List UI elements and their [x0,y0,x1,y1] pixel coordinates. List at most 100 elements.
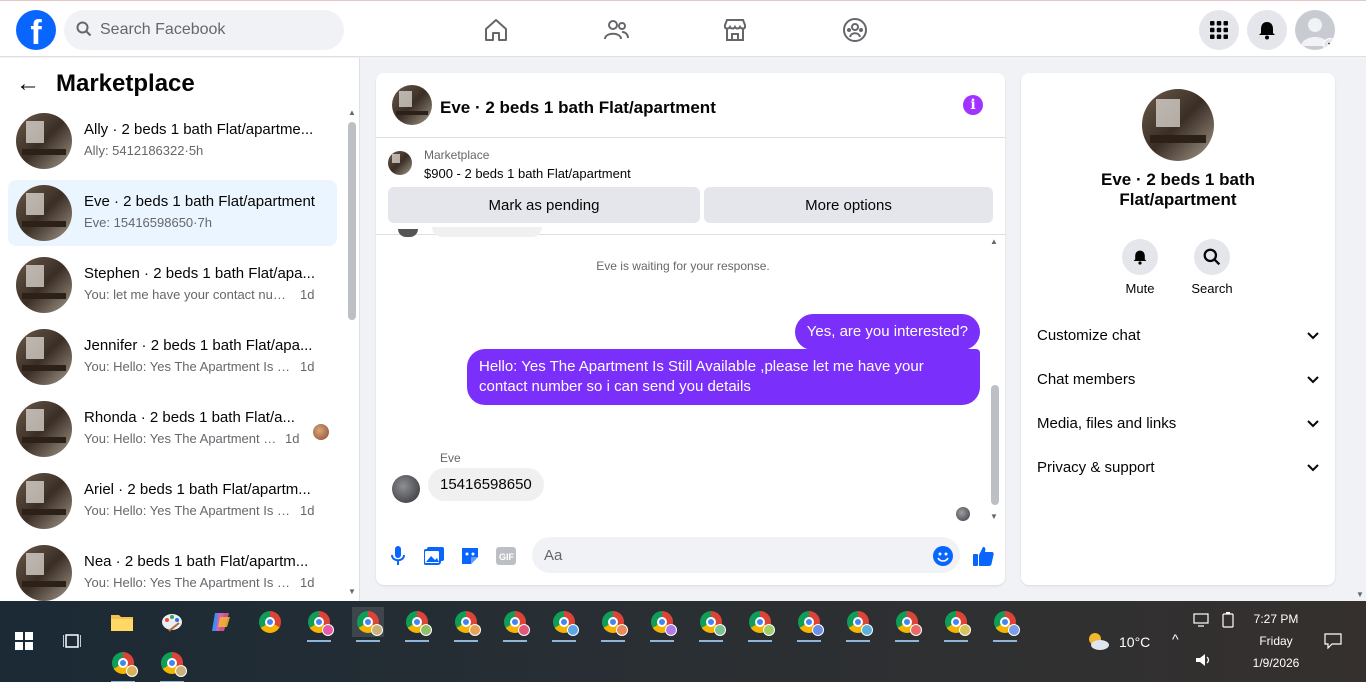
copilot-icon[interactable] [205,607,237,637]
conversation-snippet: You: Hello: Yes The Apartment Is ... [84,431,279,446]
chrome-profile-icon[interactable] [107,648,139,682]
conversation-snippet: You: Hello: Yes The Apartment Is Sti... [84,575,294,590]
media-files-links-row[interactable]: Media, files and links [1037,405,1319,441]
scroll-up-arrow-icon[interactable]: ▲ [348,108,356,117]
friends-icon[interactable] [601,15,631,45]
home-icon[interactable] [481,15,511,45]
conversation-item[interactable]: Ariel · 2 beds 1 bath Flat/apartm... You… [8,468,337,534]
page-scrollbar[interactable]: ▼ [1353,58,1366,601]
scroll-down-arrow-icon[interactable]: ▼ [990,512,998,521]
seen-indicator-avatar [956,507,970,521]
chrome-profile-icon[interactable] [156,648,188,682]
chrome-profile-icon[interactable] [695,607,727,642]
chrome-profile-icon[interactable] [303,607,335,642]
chrome-icon[interactable] [254,607,286,637]
marketplace-icon[interactable] [720,15,750,45]
mark-as-pending-button[interactable]: Mark as pending [388,187,700,223]
chat-listing-thumbnail[interactable] [392,85,432,125]
message-input[interactable] [532,537,960,573]
listing-title[interactable]: $900 - 2 beds 1 bath Flat/apartment [424,166,631,181]
chrome-profile-icon[interactable] [793,607,825,642]
chrome-profile-icon[interactable] [450,607,482,642]
outgoing-message[interactable]: Yes, are you interested? [794,314,980,350]
chrome-profile-icon[interactable] [401,607,433,642]
gif-icon[interactable]: GIF [495,545,517,567]
scroll-down-arrow-icon[interactable]: ▼ [348,587,356,596]
chrome-profile-icon[interactable] [989,607,1021,642]
weather-cloud-sun-icon[interactable] [1082,626,1114,656]
menu-grid-icon[interactable] [1199,10,1239,50]
scroll-down-arrow-icon[interactable]: ▼ [1356,590,1364,599]
conversation-item[interactable]: Jennifer · 2 beds 1 bath Flat/apa... You… [8,324,337,390]
emoji-icon[interactable] [932,545,954,567]
windows-start-icon[interactable] [8,626,40,656]
conversation-item[interactable]: Stephen · 2 beds 1 bath Flat/apa... You:… [8,252,337,318]
sender-avatar[interactable] [392,475,420,503]
chrome-profile-icon[interactable] [842,607,874,642]
incoming-message[interactable]: 15416598650 [428,468,544,501]
chat-scroll-thumb[interactable] [991,385,999,505]
notifications-bell-icon[interactable] [1247,10,1287,50]
chat-members-row[interactable]: Chat members [1037,361,1319,397]
conversation-time: 1d [300,359,315,374]
chrome-profile-icon[interactable] [940,607,972,642]
search-in-conversation-button[interactable]: Search [1182,239,1242,296]
chat-scrollbar[interactable]: ▲ ▼ [990,237,1000,521]
clock-time[interactable]: 7:27 PM [1248,612,1304,626]
thumbs-up-icon[interactable] [972,545,994,567]
tray-chevron-up-icon[interactable]: ^ [1172,631,1179,647]
network-icon[interactable] [1190,609,1214,631]
sticker-icon[interactable] [459,545,481,567]
task-view-icon[interactable] [56,626,88,656]
chrome-profile-icon[interactable] [499,607,531,642]
conversation-time: 1d [300,503,315,518]
conversation-item[interactable]: Nea · 2 beds 1 bath Flat/apartm... You: … [8,540,337,601]
conversation-item[interactable]: Ally · 2 beds 1 bath Flat/apartme... All… [8,108,337,174]
customize-chat-row[interactable]: Customize chat [1037,317,1319,353]
facebook-logo-icon[interactable]: f [16,10,56,50]
search-label: Search [1191,281,1233,296]
previous-avatar-fragment [398,229,418,237]
mute-button[interactable]: Mute [1110,239,1170,296]
chat-title[interactable]: Eve · 2 beds 1 bath Flat/apartment [440,98,716,118]
microphone-icon[interactable] [387,545,409,567]
volume-icon[interactable] [1192,649,1216,671]
scroll-up-arrow-icon[interactable]: ▲ [990,237,998,246]
conversation-title: Eve · 2 beds 1 bath Flat/apartment [84,193,315,210]
privacy-support-row[interactable]: Privacy & support [1037,449,1319,485]
info-listing-photo[interactable] [1142,89,1214,161]
conversation-snippet: Eve: 15416598650 [84,215,194,230]
photo-icon[interactable] [423,545,445,567]
info-icon[interactable]: i [963,95,983,115]
chrome-profile-icon[interactable] [597,607,629,642]
conversation-title: Rhonda · 2 beds 1 bath Flat/a... [84,409,295,426]
search-input[interactable] [100,10,330,50]
message-thread: Eve is waiting for your response. Yes, a… [376,227,1005,527]
chrome-profile-icon[interactable] [744,607,776,642]
account-avatar[interactable]: ▾ [1295,10,1335,50]
paint-app-icon[interactable] [156,607,188,637]
sidebar-scrollbar[interactable]: ▲ ▼ [347,108,357,598]
row-label: Customize chat [1037,326,1141,344]
chrome-profile-icon[interactable] [548,607,580,642]
notifications-center-icon[interactable] [1317,626,1349,656]
listing-banner-thumbnail[interactable] [388,151,412,175]
outgoing-message[interactable]: Hello: Yes The Apartment Is Still Availa… [467,349,980,405]
battery-icon[interactable] [1216,609,1240,631]
listing-thumbnail [16,113,72,169]
back-arrow-icon[interactable]: ← [16,70,48,98]
conversation-item[interactable]: Rhonda · 2 beds 1 bath Flat/a... You: He… [8,396,337,462]
clock-date[interactable]: 1/9/2026 [1244,656,1308,670]
chrome-profile-icon[interactable] [891,607,923,642]
groups-icon[interactable] [840,15,870,45]
chrome-profile-icon-active[interactable] [352,607,384,642]
clock-day[interactable]: Friday [1248,634,1304,648]
sidebar-scroll-thumb[interactable] [348,122,356,320]
chrome-profile-icon[interactable] [646,607,678,642]
search-box[interactable] [64,10,344,50]
conversation-title: Nea · 2 beds 1 bath Flat/apartm... [84,553,309,570]
file-explorer-icon[interactable] [106,607,138,637]
more-options-button[interactable]: More options [704,187,993,223]
conversation-item-active[interactable]: Eve · 2 beds 1 bath Flat/apartment Eve: … [8,180,337,246]
weather-temperature[interactable]: 10°C [1119,634,1150,650]
